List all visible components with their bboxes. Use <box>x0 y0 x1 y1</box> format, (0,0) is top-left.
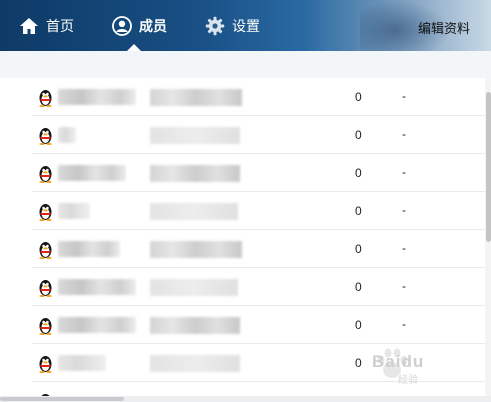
sub-header-bar <box>0 51 491 78</box>
member-last-value: - <box>402 203 406 217</box>
qq-penguin-icon <box>37 202 54 226</box>
home-icon <box>19 17 39 35</box>
member-row[interactable]: 0 - <box>0 116 485 154</box>
watermark-text: Baidu <box>372 352 425 371</box>
member-row[interactable]: 0 - <box>0 78 485 116</box>
gear-icon <box>205 16 225 36</box>
nav-settings-label: 设置 <box>232 17 260 34</box>
member-count: 0 <box>355 128 362 142</box>
member-last-value: - <box>402 317 406 331</box>
member-row[interactable]: 0 - <box>0 268 485 306</box>
member-account-redacted <box>150 203 238 220</box>
member-name-redacted <box>58 165 126 181</box>
nav-home[interactable]: 首页 <box>19 0 74 51</box>
qq-penguin-icon <box>37 316 54 340</box>
qq-penguin-icon <box>37 126 54 150</box>
member-last-value: - <box>402 241 406 255</box>
member-count: 0 <box>355 204 362 218</box>
member-account-redacted <box>150 241 242 258</box>
watermark-subtext: 经验 <box>398 375 418 386</box>
member-name-redacted <box>58 203 90 219</box>
member-row[interactable]: 0 - <box>0 230 485 268</box>
nav-settings[interactable]: 设置 <box>205 0 260 51</box>
top-navigation-bar: 首页 成员 设置 编辑资料 <box>0 0 491 51</box>
member-count: 0 <box>355 166 362 180</box>
member-last-value: - <box>402 279 406 293</box>
member-account-redacted <box>150 165 240 182</box>
member-count: 0 <box>355 242 362 256</box>
member-account-redacted <box>150 317 240 334</box>
qq-penguin-icon <box>37 278 54 302</box>
member-row[interactable]: 0 - <box>0 154 485 192</box>
member-last-value: - <box>402 165 406 179</box>
edit-profile-link[interactable]: 编辑资料 <box>418 18 470 37</box>
qq-penguin-icon <box>37 88 54 112</box>
qq-penguin-icon <box>37 240 54 264</box>
member-row[interactable]: 0 - <box>0 192 485 230</box>
member-account-redacted <box>150 89 242 106</box>
member-account-redacted <box>150 127 240 144</box>
member-name-redacted <box>58 317 136 333</box>
member-count: 0 <box>355 280 362 294</box>
member-account-redacted <box>150 279 238 296</box>
member-count: 0 <box>355 318 362 332</box>
member-account-redacted <box>150 355 240 372</box>
member-count: 0 <box>355 90 362 104</box>
user-icon <box>112 15 132 36</box>
member-count: 0 <box>355 356 362 370</box>
member-last-value: - <box>402 89 406 103</box>
active-tab-indicator <box>127 44 141 51</box>
qq-penguin-icon <box>37 164 54 188</box>
member-name-redacted <box>58 127 76 143</box>
member-last-value: - <box>402 127 406 141</box>
member-row[interactable]: 0 - <box>0 306 485 344</box>
qq-penguin-icon <box>37 354 54 378</box>
nav-members-label: 成员 <box>139 17 167 34</box>
member-name-redacted <box>58 241 120 257</box>
member-name-redacted <box>58 279 136 295</box>
member-name-redacted <box>58 355 106 371</box>
member-name-redacted <box>58 89 136 105</box>
vertical-scrollbar-thumb[interactable] <box>486 92 491 242</box>
nav-home-label: 首页 <box>46 17 74 34</box>
horizontal-scrollbar-thumb[interactable] <box>0 397 124 401</box>
